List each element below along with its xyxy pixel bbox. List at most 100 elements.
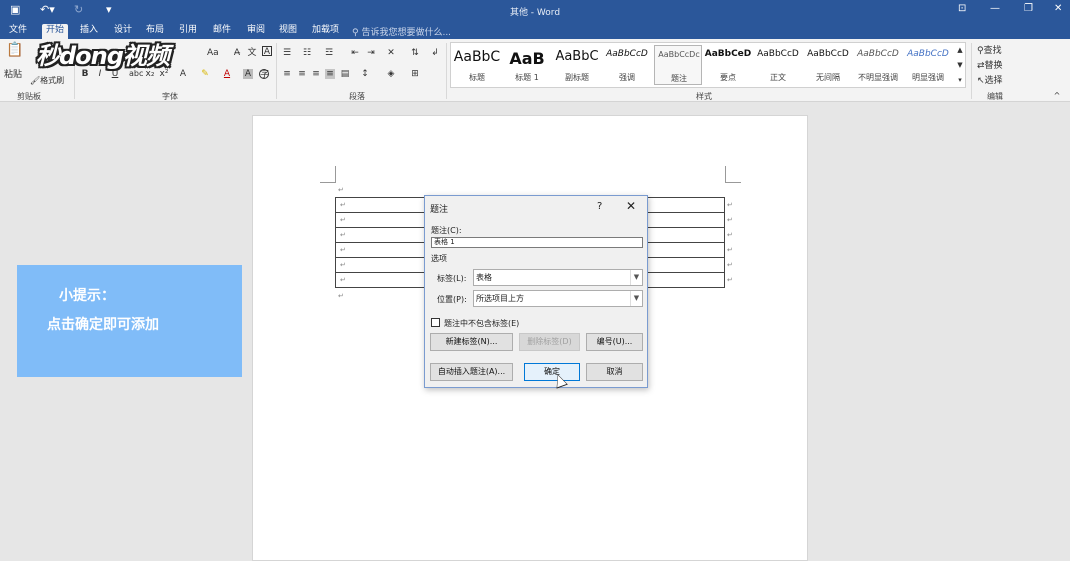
position-select[interactable]: 所选项目上方 ▼: [473, 290, 643, 307]
caption-input[interactable]: 表格 1: [431, 237, 643, 248]
shading-icon[interactable]: ◈: [386, 69, 396, 79]
tab-review[interactable]: 审阅: [243, 24, 269, 39]
restore-icon[interactable]: ❐: [1024, 3, 1033, 14]
style-no-spacing[interactable]: AaBbCcD 无间隔: [804, 45, 852, 85]
tab-file[interactable]: 文件: [5, 24, 31, 39]
styles-group-label: 样式: [696, 92, 712, 101]
line-spacing-icon[interactable]: ↕: [360, 69, 370, 79]
help-button[interactable]: ?: [597, 201, 602, 212]
align-right-icon[interactable]: ≡: [311, 69, 321, 79]
sort-icon[interactable]: ⇅: [410, 48, 420, 58]
table-cell[interactable]: [635, 272, 725, 288]
gallery-more-icon[interactable]: ▾: [955, 75, 965, 85]
numbering-button[interactable]: 编号(U)...: [586, 333, 643, 351]
bullets-icon[interactable]: ☰: [282, 48, 292, 58]
align-center-icon[interactable]: ≡: [297, 69, 307, 79]
table-cell[interactable]: ↵: [335, 242, 426, 258]
select-arrow-icon: ↖: [977, 76, 985, 86]
collapse-ribbon-icon[interactable]: ^: [1052, 91, 1062, 101]
cancel-button[interactable]: 取消: [586, 363, 643, 381]
exclude-label-checkbox[interactable]: [431, 318, 440, 327]
tab-addins[interactable]: 加载项: [308, 24, 343, 39]
minimize-icon[interactable]: —: [990, 3, 1000, 14]
tab-references[interactable]: 引用: [175, 24, 201, 39]
ribbon-display-options-icon[interactable]: ⊡: [958, 3, 966, 14]
style-emphasis[interactable]: AaBbCcD 强调: [603, 45, 651, 85]
table-cell[interactable]: ↵: [335, 197, 426, 213]
options-label: 选项: [431, 254, 447, 263]
align-left-icon[interactable]: ≡: [282, 69, 292, 79]
borders-icon[interactable]: ⊞: [410, 69, 420, 79]
clear-formatting-icon[interactable]: A̶: [232, 48, 242, 58]
enclose-characters-icon[interactable]: 字: [259, 69, 269, 80]
tag-select[interactable]: 表格 ▼: [473, 269, 643, 286]
increase-indent-icon[interactable]: ⇥: [366, 48, 376, 58]
highlight-icon[interactable]: ✎: [200, 69, 210, 79]
table-cell[interactable]: [635, 242, 725, 258]
font-group-label: 字体: [162, 92, 178, 101]
search-icon: ⚲: [977, 46, 984, 56]
tell-me-box[interactable]: ⚲ 告诉我您想要做什么...: [352, 25, 451, 38]
row-end-mark: ↵: [727, 201, 733, 209]
table-cell[interactable]: [635, 257, 725, 273]
numbering-icon[interactable]: ☷: [302, 48, 312, 58]
style-normal[interactable]: AaBbCcD 正文: [754, 45, 802, 85]
show-hide-marks-icon[interactable]: ↲: [430, 48, 440, 58]
style-intense-emphasis[interactable]: AaBbCcD 明显强调: [904, 45, 952, 85]
exclude-label-text: 题注中不包含标签(E): [444, 319, 520, 328]
table-cell[interactable]: [635, 227, 725, 243]
new-label-button[interactable]: 新建标签(N)...: [430, 333, 513, 351]
chevron-down-icon: ▼: [630, 291, 642, 306]
close-icon[interactable]: ✕: [626, 199, 636, 213]
text-effects-icon[interactable]: A: [178, 69, 188, 79]
phonetic-guide-icon[interactable]: 文: [247, 48, 257, 58]
replace-icon: ⇄: [977, 61, 985, 71]
auto-insert-caption-button[interactable]: 自动插入题注(A)...: [430, 363, 513, 381]
style-caption[interactable]: AaBbCcDc 题注: [654, 45, 702, 85]
style-title[interactable]: AaBbC 标题: [453, 45, 501, 85]
change-case-button[interactable]: Aa: [207, 48, 219, 58]
decrease-indent-icon[interactable]: ⇤: [350, 48, 360, 58]
multilevel-list-icon[interactable]: ☲: [324, 48, 334, 58]
styles-gallery: AaBbC 标题 AaB 标题 1 AaBbC 副标题 AaBbCcD 强调 AaBbC…: [450, 42, 966, 88]
table-cell[interactable]: [635, 212, 725, 228]
format-painter-button[interactable]: 🖌格式刷: [30, 75, 64, 86]
select-button[interactable]: ↖选择: [977, 73, 1003, 86]
style-subtitle[interactable]: AaBbC 副标题: [553, 45, 601, 85]
tab-view[interactable]: 视图: [275, 24, 301, 39]
table-cell[interactable]: ↵: [335, 272, 426, 288]
table-cell[interactable]: ↵: [335, 227, 426, 243]
table-cell[interactable]: [635, 197, 725, 213]
crop-mark-right: [725, 166, 741, 183]
chinese-layout-icon[interactable]: ✕: [386, 48, 396, 58]
group-separator: [276, 43, 277, 99]
group-separator: [446, 43, 447, 99]
dialog-title: 题注: [430, 205, 449, 215]
paste-button[interactable]: 粘贴: [4, 67, 22, 80]
delete-label-button[interactable]: 删除标签(D): [519, 333, 580, 351]
paragraph-group-label: 段落: [349, 92, 365, 101]
table-cell[interactable]: ↵: [335, 212, 426, 228]
row-end-mark: ↵: [727, 246, 733, 254]
tab-mailings[interactable]: 邮件: [209, 24, 235, 39]
distributed-icon[interactable]: ▤: [340, 69, 350, 79]
title-bar: ▣ ↶▾ ↻ ▾ 其他 - Word ⊡ — ❐ ✕: [0, 0, 1070, 22]
gallery-down-icon[interactable]: ▼: [955, 60, 965, 70]
paste-icon[interactable]: 📋: [6, 43, 23, 61]
style-subtle-emphasis[interactable]: AaBbCcD 不明显强调: [854, 45, 902, 85]
gallery-up-icon[interactable]: ▲: [955, 45, 965, 55]
replace-button[interactable]: ⇄替换: [977, 58, 1003, 71]
chevron-down-icon: ▼: [630, 270, 642, 285]
caption-dialog: 题注 ? ✕ 题注(C): 表格 1 选项 标签(L): 表格 ▼ 位置(P):…: [424, 195, 648, 388]
style-heading-1[interactable]: AaB 标题 1: [503, 45, 551, 85]
find-button[interactable]: ⚲查找: [977, 43, 1002, 56]
table-cell[interactable]: ↵: [335, 257, 426, 273]
justify-icon[interactable]: ≡: [325, 69, 335, 79]
style-strong[interactable]: AaBbCeD 要点: [704, 45, 752, 85]
crop-mark-left: [320, 166, 336, 183]
position-label: 位置(P):: [437, 295, 467, 304]
close-icon[interactable]: ✕: [1054, 3, 1062, 14]
character-border-icon[interactable]: A: [262, 46, 272, 57]
character-shading-icon[interactable]: A: [243, 69, 253, 79]
font-color-icon[interactable]: A: [222, 69, 232, 79]
